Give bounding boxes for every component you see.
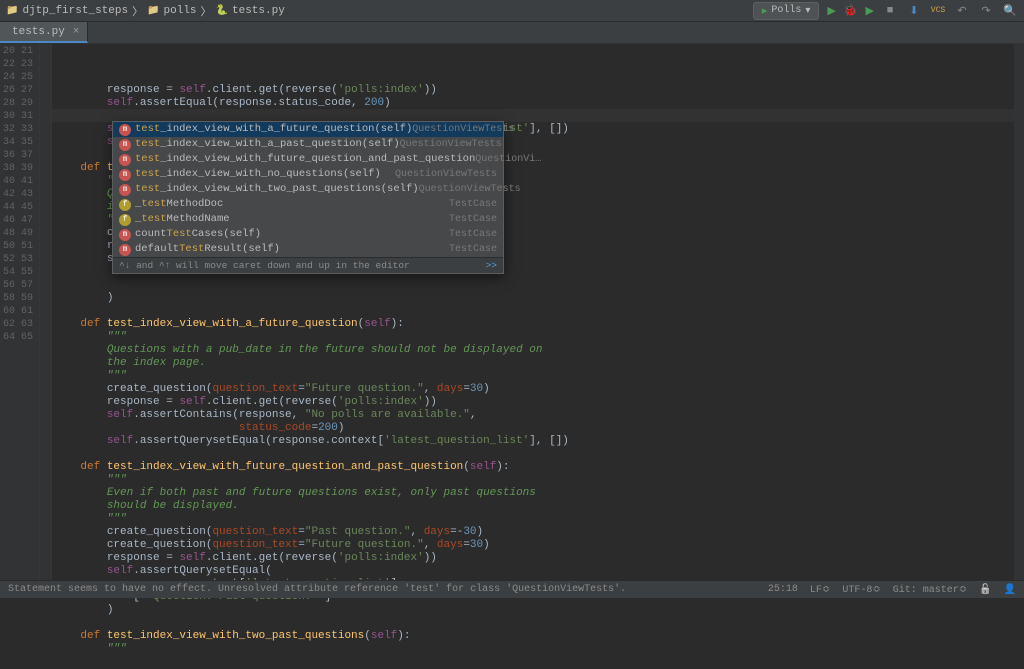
inspector-icon[interactable]: 👤 — [1004, 584, 1016, 596]
code-line[interactable]: self.assertContains(response, "No polls … — [54, 409, 1024, 422]
python-file-icon — [216, 5, 228, 17]
completion-item[interactable]: mtest_index_view_with_no_questions(self)… — [113, 167, 503, 182]
completion-item[interactable]: mdefaultTestResult(self)TestCase — [113, 242, 503, 257]
completion-item[interactable]: mtest_index_view_with_a_future_question(… — [113, 122, 503, 137]
code-line[interactable]: def test_index_view_with_two_past_questi… — [54, 630, 1024, 643]
code-editor[interactable]: 20 21 22 23 24 25 26 27 28 29 30 31 32 3… — [0, 44, 1024, 580]
undo-button[interactable]: ↶ — [954, 3, 970, 19]
code-line[interactable]: """ — [54, 370, 1024, 383]
popup-hint: ^↓ and ^↑ will move caret down and up in… — [119, 260, 410, 271]
code-line[interactable]: """ — [54, 474, 1024, 487]
run-coverage-button[interactable]: ▶ — [866, 4, 874, 18]
code-completion-popup[interactable]: mtest_index_view_with_a_future_question(… — [112, 121, 504, 274]
redo-button[interactable]: ↷ — [978, 3, 994, 19]
popup-footer: ^↓ and ^↑ will move caret down and up in… — [113, 257, 503, 273]
lock-icon[interactable] — [979, 584, 991, 596]
popup-more-link[interactable]: >> — [486, 260, 497, 271]
folder-icon — [147, 5, 159, 17]
tab-label: tests.py — [12, 26, 65, 38]
code-line[interactable]: response = self.client.get(reverse('poll… — [54, 84, 1024, 97]
code-line[interactable]: Even if both past and future questions e… — [54, 487, 1024, 500]
code-line[interactable]: the index page. — [54, 357, 1024, 370]
run-button[interactable]: ▶ — [827, 4, 835, 18]
status-encoding[interactable]: UTF-8≎ — [842, 584, 880, 596]
completion-item[interactable]: f_testMethodNameTestCase — [113, 212, 503, 227]
folder-icon — [6, 5, 18, 17]
run-config-label: Polls — [771, 5, 801, 16]
code-line[interactable]: Questions with a pub_date in the future … — [54, 344, 1024, 357]
code-line[interactable]: self.assertQuerysetEqual( — [54, 565, 1024, 578]
breadcrumb-root[interactable]: djtp_first_steps — [22, 5, 128, 17]
code-line[interactable]: """ — [54, 331, 1024, 344]
status-git-branch[interactable]: Git: master≎ — [893, 584, 967, 596]
debug-button[interactable]: 🐞 — [844, 4, 858, 18]
code-line[interactable]: ) — [54, 604, 1024, 617]
stop-button[interactable]: ■ — [882, 3, 898, 19]
search-everywhere-button[interactable]: 🔍 — [1002, 3, 1018, 19]
code-line[interactable]: """ — [54, 643, 1024, 656]
completion-kind-icon: f — [119, 199, 131, 211]
status-hint: Statement seems to have no effect. Unres… — [8, 584, 626, 595]
completion-item[interactable]: mcountTestCases(self)TestCase — [113, 227, 503, 242]
run-config-selector[interactable]: ▸ Polls ▾ — [753, 2, 820, 20]
status-line-col[interactable]: 25:18 — [768, 584, 798, 595]
breadcrumb-folder[interactable]: polls — [164, 5, 197, 17]
code-line[interactable]: """ — [54, 513, 1024, 526]
close-icon[interactable]: × — [73, 26, 80, 38]
completion-kind-icon: m — [119, 169, 131, 181]
completion-kind-icon: m — [119, 124, 131, 136]
completion-item[interactable]: mtest_index_view_with_a_past_question(se… — [113, 137, 503, 152]
code-line[interactable]: def test_index_view_with_future_question… — [54, 461, 1024, 474]
completion-kind-icon: m — [119, 139, 131, 151]
line-number-gutter: 20 21 22 23 24 25 26 27 28 29 30 31 32 3… — [0, 44, 40, 580]
code-line[interactable]: ) — [54, 292, 1024, 305]
code-line[interactable]: response = self.client.get(reverse('poll… — [54, 396, 1024, 409]
error-stripe[interactable] — [1014, 44, 1024, 580]
status-line-separator[interactable]: LF≎ — [810, 584, 830, 596]
completion-kind-icon: m — [119, 244, 131, 256]
editor-tabs: tests.py × — [0, 22, 1024, 44]
run-config-icon: ▸ — [762, 4, 768, 18]
breadcrumb-file[interactable]: tests.py — [232, 5, 285, 17]
gutter-markers — [40, 44, 52, 580]
completion-kind-icon: m — [119, 154, 131, 166]
tab-tests-py[interactable]: tests.py × — [0, 22, 88, 43]
code-line[interactable]: create_question(question_text="Past ques… — [54, 526, 1024, 539]
code-line[interactable]: create_question(question_text="Future qu… — [54, 383, 1024, 396]
vcs-label: VCS — [930, 3, 946, 19]
code-line[interactable]: self.assertQuerysetEqual(response.contex… — [54, 435, 1024, 448]
completion-kind-icon: m — [119, 184, 131, 196]
code-line[interactable] — [54, 448, 1024, 461]
completion-item[interactable]: f_testMethodDocTestCase — [113, 197, 503, 212]
breadcrumb: djtp_first_steps 〉 polls 〉 tests.py — [6, 3, 285, 19]
code-line[interactable] — [54, 656, 1024, 669]
chevron-down-icon: ▾ — [805, 5, 810, 17]
completion-kind-icon: f — [119, 214, 131, 226]
vcs-update-icon[interactable]: ⬇ — [906, 3, 922, 19]
code-line[interactable]: create_question(question_text="Future qu… — [54, 539, 1024, 552]
completion-item[interactable]: mtest_index_view_with_future_question_an… — [113, 152, 503, 167]
code-line[interactable]: response = self.client.get(reverse('poll… — [54, 552, 1024, 565]
code-line[interactable] — [54, 305, 1024, 318]
code-line[interactable] — [54, 279, 1024, 292]
top-toolbar: djtp_first_steps 〉 polls 〉 tests.py ▸ Po… — [0, 0, 1024, 22]
code-line[interactable]: def test_index_view_with_a_future_questi… — [54, 318, 1024, 331]
code-line[interactable] — [54, 617, 1024, 630]
code-line[interactable]: should be displayed. — [54, 500, 1024, 513]
status-bar: Statement seems to have no effect. Unres… — [0, 580, 1024, 598]
completion-kind-icon: m — [119, 229, 131, 241]
code-line[interactable]: status_code=200) — [54, 422, 1024, 435]
completion-item[interactable]: mtest_index_view_with_two_past_questions… — [113, 182, 503, 197]
